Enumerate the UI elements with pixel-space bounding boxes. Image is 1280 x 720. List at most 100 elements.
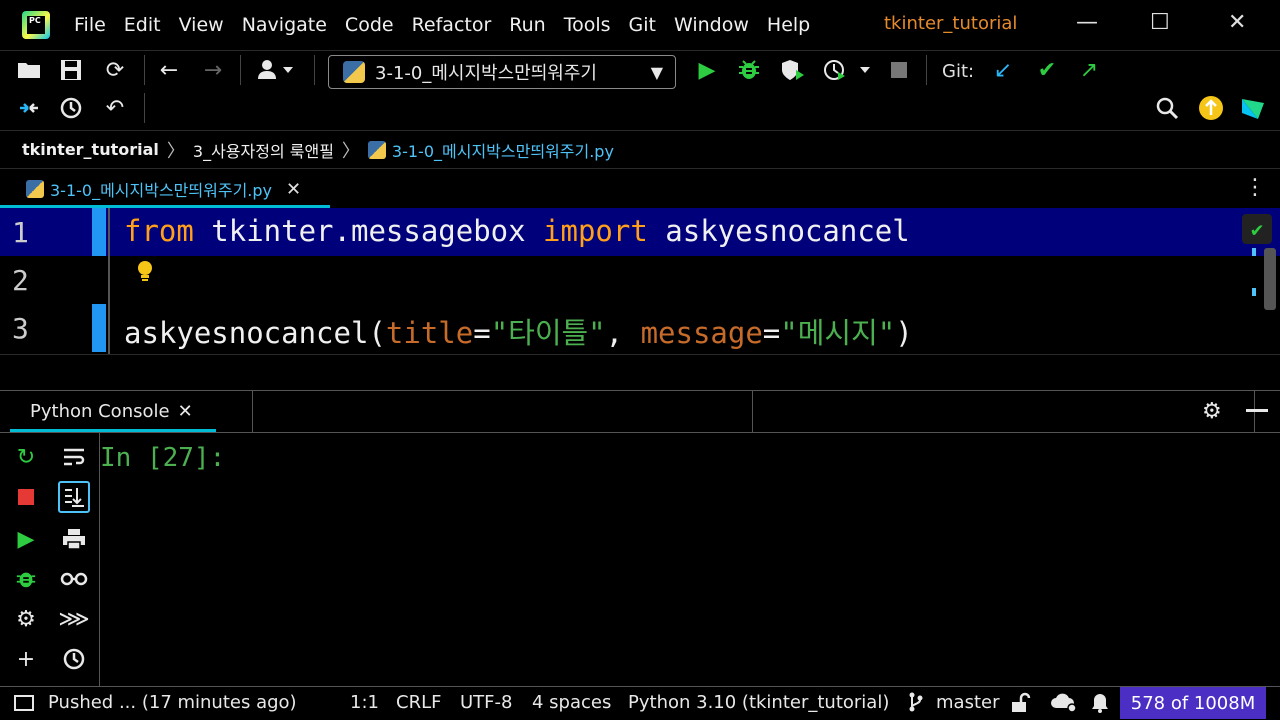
run-with-coverage-icon[interactable] bbox=[778, 55, 808, 85]
toggle-tool-windows-icon[interactable] bbox=[14, 695, 34, 711]
git-push-icon[interactable]: ↗ bbox=[1074, 55, 1104, 85]
caret-position[interactable]: 1:1 bbox=[350, 692, 379, 713]
lightbulb-icon[interactable] bbox=[136, 260, 154, 282]
menu-git[interactable]: Git bbox=[629, 14, 656, 36]
search-icon[interactable] bbox=[1152, 93, 1182, 123]
open-folder-icon[interactable] bbox=[14, 55, 44, 85]
show-variables-icon[interactable] bbox=[58, 563, 90, 595]
toolbar-separator bbox=[926, 55, 927, 85]
soft-wrap-icon[interactable] bbox=[58, 441, 90, 473]
python-interpreter[interactable]: Python 3.10 (tkinter_tutorial) bbox=[628, 692, 889, 713]
chevron-right-icon: 〉 bbox=[341, 140, 360, 162]
python-file-icon bbox=[26, 180, 44, 198]
notifications-icon[interactable] bbox=[1090, 692, 1110, 719]
menu-refactor[interactable]: Refactor bbox=[412, 14, 492, 36]
editor-tab[interactable]: 3-1-0_메시지박스만띄워주기.py ✕ bbox=[0, 169, 330, 209]
string-message: "메시지" bbox=[780, 316, 896, 350]
new-console-icon[interactable]: + bbox=[10, 643, 42, 675]
git-update-icon[interactable]: ↙ bbox=[988, 55, 1018, 85]
status-message[interactable]: Pushed ... (17 minutes ago) bbox=[48, 692, 297, 713]
hide-panel-icon[interactable] bbox=[1246, 409, 1268, 412]
python-console[interactable]: ↻ ▶ ⚙ + ⋙ In [27]: bbox=[0, 432, 1280, 687]
stop-console-icon[interactable] bbox=[10, 481, 42, 513]
close-tab-icon[interactable]: ✕ bbox=[178, 401, 193, 422]
toolbar-separator bbox=[314, 55, 315, 85]
python-console-tab[interactable]: Python Console ✕ bbox=[30, 401, 193, 422]
menu-view[interactable]: View bbox=[179, 14, 224, 36]
menu-run[interactable]: Run bbox=[509, 14, 545, 36]
user-menu-icon[interactable] bbox=[254, 55, 300, 85]
lock-icon[interactable] bbox=[1010, 692, 1032, 719]
git-branch[interactable]: master bbox=[936, 692, 999, 713]
inspection-ok-icon[interactable]: ✔ bbox=[1242, 214, 1272, 244]
comma: , bbox=[605, 316, 641, 350]
menu-tools[interactable]: Tools bbox=[564, 14, 611, 36]
code-editor[interactable]: 1 from tkinter.messagebox import askyesn… bbox=[0, 208, 1280, 354]
history-icon[interactable] bbox=[58, 643, 90, 675]
history-icon[interactable] bbox=[56, 93, 86, 123]
line-separator[interactable]: CRLF bbox=[396, 692, 441, 713]
keyword-import: import bbox=[543, 214, 648, 248]
print-icon[interactable] bbox=[58, 523, 90, 555]
line-number: 2 bbox=[12, 264, 29, 297]
menu-bar: File Edit View Navigate Code Refactor Ru… bbox=[74, 14, 828, 36]
scrollbar-marker bbox=[1252, 288, 1256, 296]
ide-update-icon[interactable] bbox=[1196, 93, 1226, 123]
line-number: 3 bbox=[12, 312, 29, 345]
editor-scrollbar[interactable] bbox=[1264, 248, 1276, 310]
code-line[interactable]: 3 askyesnocancel(title="타이틀", message="메… bbox=[0, 304, 1280, 352]
indent-setting[interactable]: 4 spaces bbox=[532, 692, 611, 713]
breadcrumb-project[interactable]: tkinter_tutorial bbox=[22, 140, 159, 159]
close-tab-icon[interactable]: ✕ bbox=[286, 179, 301, 200]
window-title: tkinter_tutorial bbox=[884, 13, 1018, 34]
main-toolbar: ⟳ ← → 3-1-0_메시지박스만띄워주기 ▼ ▶ Git: ↙ ✔ ↗ ↶ bbox=[0, 50, 1280, 130]
divider bbox=[252, 391, 253, 433]
profile-icon[interactable] bbox=[820, 55, 874, 85]
run-icon[interactable]: ▶ bbox=[692, 55, 722, 85]
menu-help[interactable]: Help bbox=[767, 14, 810, 36]
back-arrow-icon[interactable]: ← bbox=[154, 55, 184, 85]
minimize-window-button[interactable]: — bbox=[1076, 10, 1098, 35]
code-line[interactable]: 2 bbox=[0, 256, 1280, 304]
sync-icon[interactable]: ⟳ bbox=[100, 55, 130, 85]
command-queue-icon[interactable]: ⋙ bbox=[58, 603, 90, 635]
gear-icon[interactable]: ⚙ bbox=[1202, 399, 1222, 424]
code-line[interactable]: 1 from tkinter.messagebox import askyesn… bbox=[0, 208, 1280, 256]
file-encoding[interactable]: UTF-8 bbox=[460, 692, 512, 713]
scroll-to-end-icon[interactable] bbox=[58, 481, 90, 513]
menu-file[interactable]: File bbox=[74, 14, 106, 36]
rollback-icon[interactable]: ↶ bbox=[100, 93, 130, 123]
debug-icon[interactable] bbox=[10, 563, 42, 595]
menu-window[interactable]: Window bbox=[674, 14, 749, 36]
breadcrumb: tkinter_tutorial 〉 3_사용자정의 룩앤필 〉 3-1-0_메… bbox=[0, 130, 1280, 168]
chevron-right-icon: 〉 bbox=[166, 140, 185, 162]
menu-edit[interactable]: Edit bbox=[124, 14, 161, 36]
save-all-icon[interactable] bbox=[56, 55, 86, 85]
cloud-settings-icon[interactable] bbox=[1050, 692, 1078, 719]
status-bar: Pushed ... (17 minutes ago) 1:1 CRLF UTF… bbox=[0, 686, 1280, 720]
debug-icon[interactable] bbox=[734, 55, 764, 85]
memory-indicator[interactable]: 578 of 1008M bbox=[1120, 687, 1266, 719]
vcs-change-marker[interactable] bbox=[92, 208, 106, 256]
code-text: askyesnocancel(title="타이틀", message="메시지… bbox=[124, 310, 913, 352]
close-window-button[interactable]: ✕ bbox=[1228, 10, 1246, 35]
vcs-change-marker[interactable] bbox=[92, 304, 106, 352]
close-paren: ) bbox=[895, 316, 913, 350]
git-commit-icon[interactable]: ✔ bbox=[1032, 55, 1062, 85]
menu-navigate[interactable]: Navigate bbox=[242, 14, 327, 36]
settings-icon[interactable]: ⚙ bbox=[10, 603, 42, 635]
git-compare-icon[interactable] bbox=[14, 93, 44, 123]
breadcrumb-file[interactable]: 3-1-0_메시지박스만띄워주기.py bbox=[392, 138, 614, 162]
breadcrumb-folder[interactable]: 3_사용자정의 룩앤필 bbox=[193, 138, 334, 162]
equals-sign: = bbox=[473, 316, 491, 350]
more-vertical-icon[interactable]: ⋮ bbox=[1244, 175, 1266, 200]
run-configuration-dropdown[interactable]: 3-1-0_메시지박스만띄워주기 ▼ bbox=[328, 55, 676, 89]
maximize-window-button[interactable]: ☐ bbox=[1150, 10, 1170, 35]
rerun-console-icon[interactable]: ↻ bbox=[10, 441, 42, 473]
forward-arrow-icon[interactable]: → bbox=[198, 55, 228, 85]
jetbrains-toolbox-icon[interactable] bbox=[1238, 93, 1268, 123]
stop-icon[interactable] bbox=[884, 55, 914, 85]
menu-code[interactable]: Code bbox=[345, 14, 394, 36]
module-name: tkinter.messagebox bbox=[193, 214, 544, 248]
execute-icon[interactable]: ▶ bbox=[10, 523, 42, 555]
